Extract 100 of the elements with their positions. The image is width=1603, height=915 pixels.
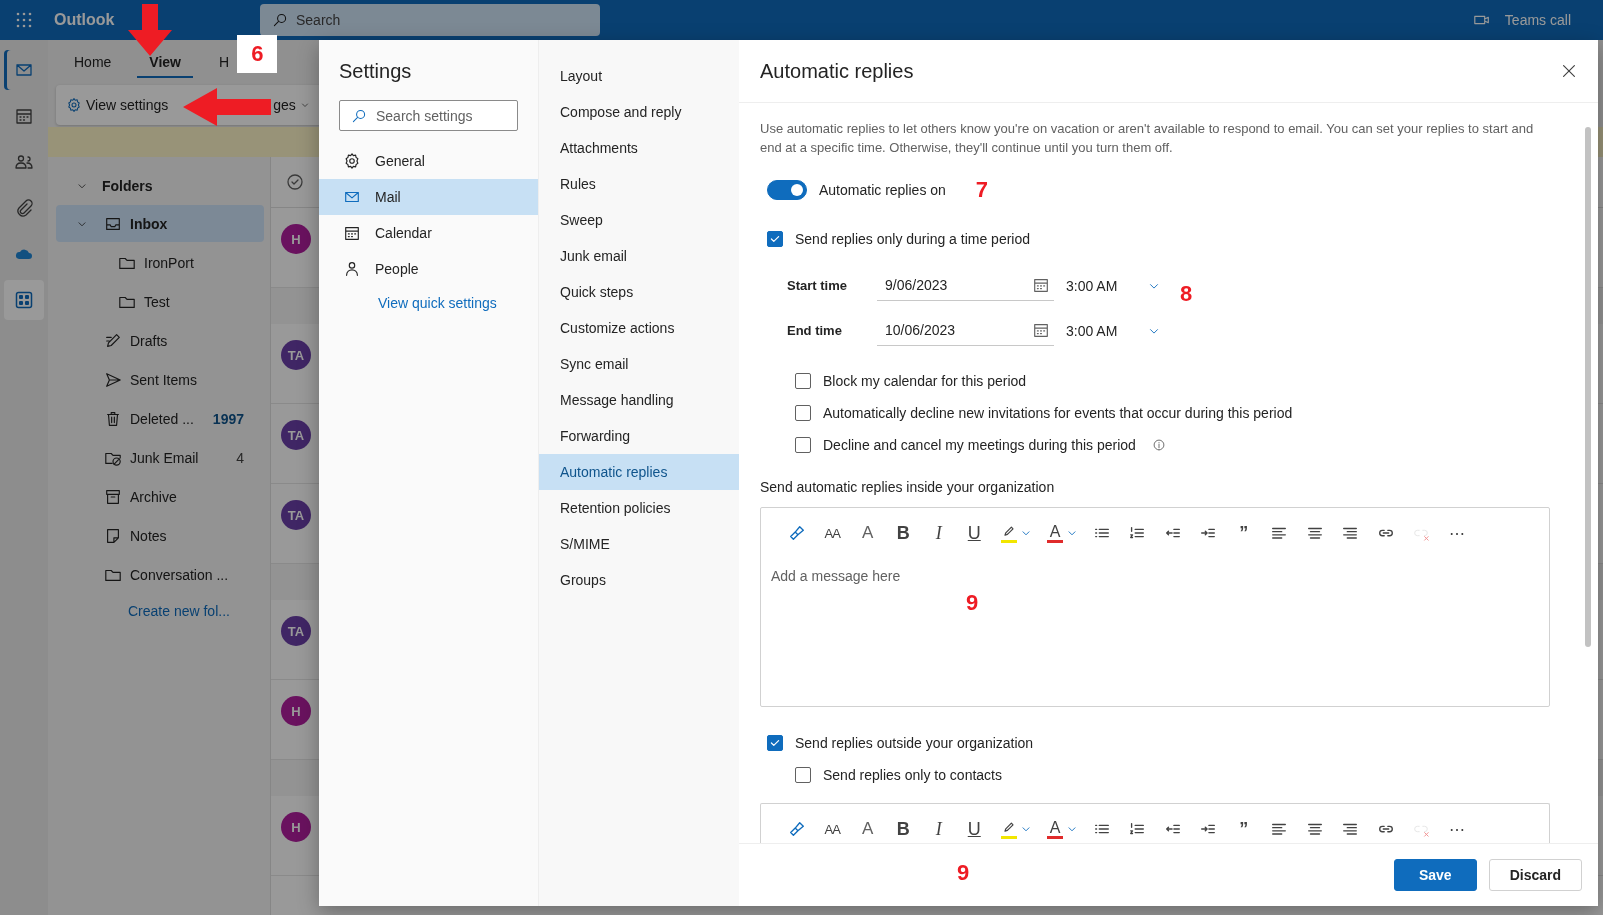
settings-category[interactable]: Compose and reply: [539, 94, 739, 130]
settings-category[interactable]: Forwarding: [539, 418, 739, 454]
save-button[interactable]: Save: [1393, 859, 1477, 891]
rail-button[interactable]: [4, 280, 44, 320]
settings-category[interactable]: Sync email: [539, 346, 739, 382]
bold-button[interactable]: B: [885, 815, 921, 843]
settings-nav-item[interactable]: Calendar: [319, 215, 538, 251]
teams-call-label[interactable]: Teams call: [1504, 12, 1571, 28]
calendar-icon: [343, 224, 361, 242]
settings-category[interactable]: Junk email: [539, 238, 739, 274]
trash-icon: [104, 409, 122, 428]
settings-category[interactable]: Customize actions: [539, 310, 739, 346]
font-size-button[interactable]: AA: [814, 815, 850, 843]
people-icon: [14, 152, 34, 172]
time-label: Start time: [787, 278, 848, 293]
avatar: TA: [281, 340, 311, 370]
italic-button[interactable]: I: [921, 815, 957, 843]
settings-category[interactable]: Quick steps: [539, 274, 739, 310]
folder-item[interactable]: Conversation ...: [56, 556, 264, 593]
checkbox[interactable]: [795, 767, 811, 783]
settings-category[interactable]: S/MIME: [539, 526, 739, 562]
font-color-letter: A: [1049, 819, 1061, 836]
person-icon: [343, 260, 361, 278]
avatar: TA: [281, 616, 311, 646]
settings-category[interactable]: Message handling: [539, 382, 739, 418]
app-name: Outlook: [54, 11, 116, 29]
underline-button[interactable]: U: [956, 519, 992, 547]
underline-button[interactable]: U: [956, 815, 992, 843]
settings-category[interactable]: Rules: [539, 166, 739, 202]
quote-button[interactable]: ”: [1226, 519, 1262, 547]
settings-nav-item[interactable]: Mail: [319, 179, 538, 215]
ribbon-button[interactable]: ges: [271, 93, 312, 117]
panel-title: Automatic replies: [760, 59, 915, 83]
calendar-icon: [1032, 276, 1050, 294]
date-field[interactable]: 10/06/2023: [877, 315, 1054, 346]
folder-item[interactable]: Archive: [56, 478, 264, 515]
checkbox[interactable]: [767, 735, 783, 751]
search-field[interactable]: Search: [260, 4, 600, 36]
settings-category[interactable]: Layout: [539, 58, 739, 94]
annotation-number: 8: [1180, 281, 1193, 307]
app-launcher-icon[interactable]: [16, 12, 32, 28]
view-quick-settings-link[interactable]: View quick settings: [319, 295, 538, 311]
quote-button[interactable]: ”: [1226, 815, 1262, 843]
bold-button[interactable]: B: [885, 519, 921, 547]
grow-font-button[interactable]: A: [850, 519, 886, 547]
folder-item[interactable]: Sent Items: [56, 361, 264, 398]
more-button[interactable]: ⋯: [1439, 815, 1475, 843]
close-icon[interactable]: [1560, 62, 1578, 80]
settings-category[interactable]: Attachments: [539, 130, 739, 166]
avatar: TA: [281, 500, 311, 530]
italic-button[interactable]: I: [921, 519, 957, 547]
discard-button[interactable]: Discard: [1488, 859, 1582, 891]
archive-icon: [104, 487, 122, 506]
calendar-icon: [1032, 321, 1050, 339]
time-dropdown[interactable]: 3:00 AM: [1066, 277, 1162, 294]
settings-category[interactable]: Retention policies: [539, 490, 739, 526]
avatar: H: [281, 224, 311, 254]
message-placeholder: Add a message here: [771, 568, 901, 584]
search-icon: [351, 108, 367, 124]
folder-item[interactable]: Deleted ... 1997: [56, 400, 264, 437]
folder-item[interactable]: IronPort: [56, 244, 264, 281]
folder-item[interactable]: Junk Email 4: [56, 439, 264, 476]
folder-item[interactable]: Inbox: [56, 205, 264, 242]
settings-category[interactable]: Groups: [539, 562, 739, 598]
date-field[interactable]: 9/06/2023: [877, 270, 1054, 301]
checkmark-icon: [769, 737, 781, 749]
more-button[interactable]: ⋯: [1439, 519, 1475, 547]
grow-font-button[interactable]: A: [850, 815, 886, 843]
settings-nav-item[interactable]: People: [319, 251, 538, 287]
checkbox[interactable]: [795, 405, 811, 421]
folder-item[interactable]: Notes: [56, 517, 264, 554]
ribbon-tab[interactable]: Home: [62, 47, 124, 78]
font-size-button[interactable]: AA: [814, 519, 850, 547]
time-dropdown[interactable]: 3:00 AM: [1066, 322, 1162, 339]
checkbox-label: Decline and cancel my meetings during this period: [823, 437, 1136, 453]
checkbox-label: Block my calendar for this period: [823, 373, 1027, 389]
info-icon[interactable]: [1151, 438, 1166, 452]
calendar-icon: [14, 106, 34, 126]
font-color-button[interactable]: A: [1038, 519, 1084, 547]
settings-category[interactable]: Automatic replies: [539, 454, 739, 490]
message-editor[interactable]: AA A B I U A ” ⋯ Add a message here 9: [760, 507, 1550, 707]
checkbox[interactable]: [795, 373, 811, 389]
avatar: TA: [281, 420, 311, 450]
folder-item[interactable]: Drafts: [56, 322, 264, 359]
search-settings-field[interactable]: Search settings: [339, 100, 518, 131]
toggle-switch[interactable]: [767, 180, 807, 200]
view-settings-button[interactable]: View settings: [64, 93, 171, 117]
folder-item[interactable]: Test: [56, 283, 264, 320]
checkbox[interactable]: [795, 437, 811, 453]
time-label: End time: [787, 323, 843, 338]
annotation-number: 9: [957, 860, 970, 886]
chevron-down-icon: [299, 100, 310, 110]
checkbox[interactable]: [767, 231, 783, 247]
annotation-number: 6: [237, 34, 278, 73]
settings-title: Settings: [338, 59, 413, 84]
settings-category[interactable]: Sweep: [539, 202, 739, 238]
send-icon: [104, 370, 122, 389]
settings-nav-item[interactable]: General: [319, 143, 538, 179]
folders-heading: Folders: [102, 178, 153, 194]
font-color-button[interactable]: A: [1038, 815, 1084, 843]
